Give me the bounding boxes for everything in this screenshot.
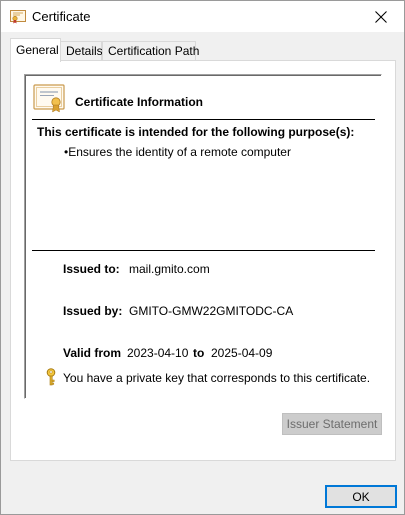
tab-general[interactable]: General [10,38,61,62]
issued-to-value: mail.gmito.com [129,262,210,276]
tab-details[interactable]: Details [60,41,103,61]
tab-label: General [16,43,59,57]
tab-label: Certification Path [108,44,200,58]
valid-from-label: Valid from [63,346,122,360]
issuer-statement-button[interactable]: Issuer Statement [282,413,382,435]
purpose-item: •Ensures the identity of a remote comput… [64,145,291,159]
ok-button[interactable]: OK [325,485,397,508]
issued-by-label: Issued by: [63,304,123,318]
close-icon [375,10,387,23]
valid-from-value: 2023-04-10 [127,346,189,360]
issued-to-label: Issued to: [63,262,120,276]
certificate-info-title: Certificate Information [75,95,204,109]
key-icon [46,368,56,386]
certificate-dialog: Certificate General Details Certificatio… [0,0,405,515]
certificate-icon [10,10,26,24]
purpose-heading: This certificate is intended for the fol… [37,125,355,139]
window-title: Certificate [32,9,91,24]
ok-button-label: OK [352,489,370,504]
header-divider [32,119,375,120]
issuer-statement-label: Issuer Statement [286,417,378,431]
valid-to-value: 2025-04-09 [211,346,273,360]
title-bar: Certificate [1,1,404,32]
issued-by-value: GMITO-GMW22GMITODC-CA [129,304,294,318]
tab-certification-path[interactable]: Certification Path [102,41,200,61]
close-button[interactable] [358,1,404,32]
certificate-icon [33,84,65,113]
private-key-note: You have a private key that corresponds … [63,371,371,385]
tab-label: Details [66,44,103,58]
valid-to-label: to [193,346,205,360]
purpose-divider [32,250,375,251]
